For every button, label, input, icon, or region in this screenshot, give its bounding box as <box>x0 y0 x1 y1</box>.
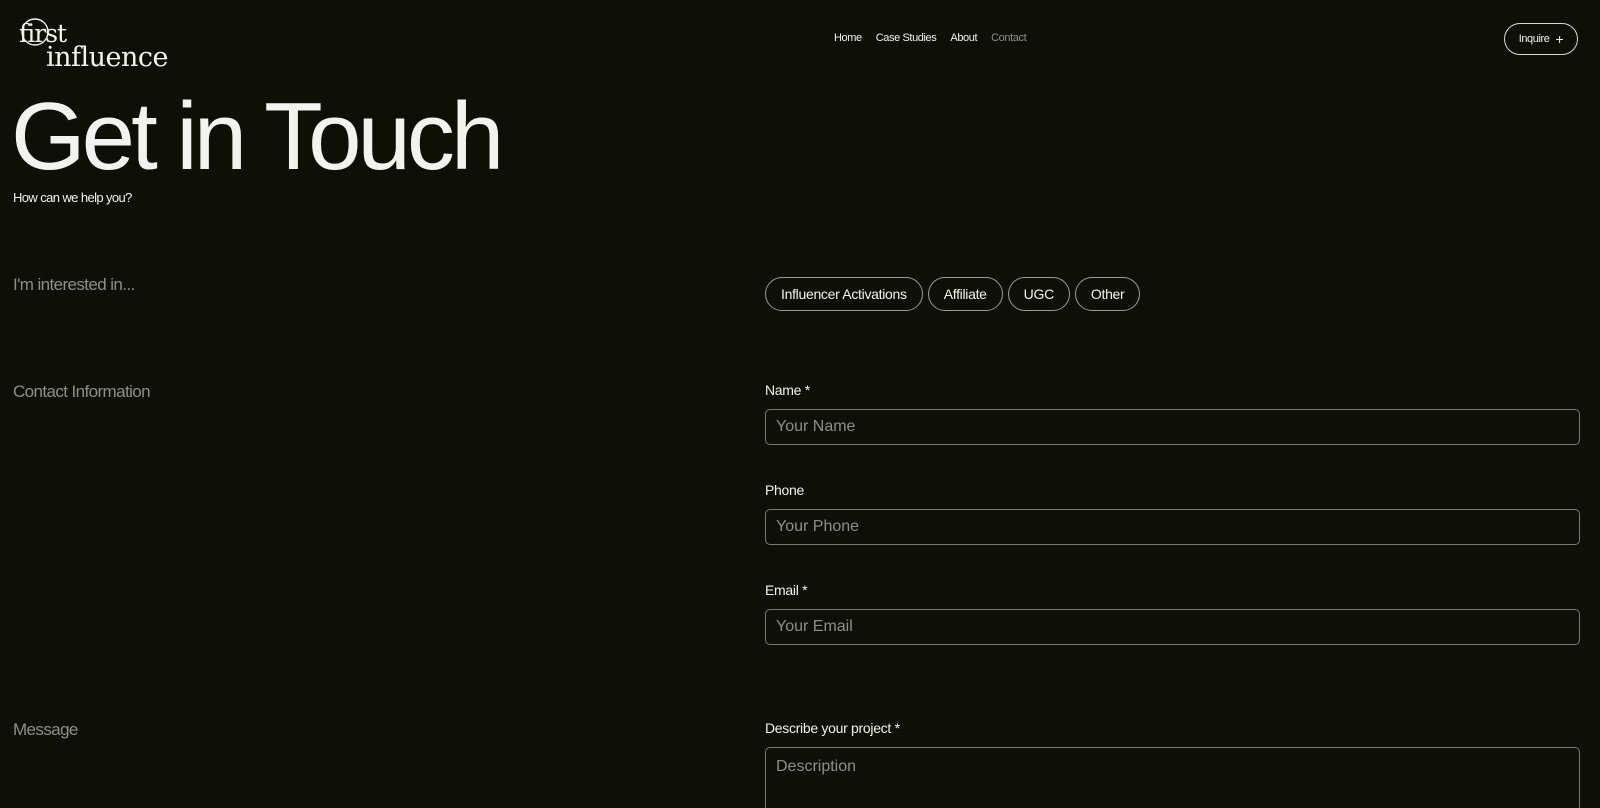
inquire-label: Inquire <box>1518 33 1550 45</box>
nav-home[interactable]: Home <box>834 32 862 44</box>
svg-text:influence: influence <box>46 42 168 72</box>
project-description-input[interactable] <box>765 747 1580 808</box>
section-label-interest: I'm interested in... <box>13 275 135 294</box>
email-label: Email * <box>765 582 808 598</box>
section-label-message: Message <box>13 720 78 739</box>
page-subtitle: How can we help you? <box>13 190 132 205</box>
project-label: Describe your project * <box>765 720 900 736</box>
site-logo[interactable]: first influence <box>16 8 180 72</box>
nav-case-studies[interactable]: Case Studies <box>876 32 937 44</box>
plus-icon: + <box>1555 31 1564 47</box>
interest-option-affiliate[interactable]: Affiliate <box>927 277 1003 311</box>
page-title: Get in Touch <box>11 83 504 190</box>
email-input[interactable] <box>765 609 1580 645</box>
interest-option-influencer-activations[interactable]: Influencer Activations <box>765 277 923 311</box>
main-nav: Home Case Studies About Contact <box>834 32 1027 44</box>
interest-option-other[interactable]: Other <box>1074 277 1141 311</box>
first-influence-logo-icon: first influence <box>19 18 169 72</box>
nav-about[interactable]: About <box>950 32 977 44</box>
phone-label: Phone <box>765 482 804 498</box>
interest-option-ugc[interactable]: UGC <box>1007 277 1070 311</box>
inquire-button[interactable]: Inquire + <box>1504 23 1578 55</box>
phone-input[interactable] <box>765 509 1580 545</box>
name-label: Name * <box>765 382 810 398</box>
nav-contact[interactable]: Contact <box>991 32 1027 44</box>
section-label-contact: Contact Information <box>13 382 151 401</box>
contact-page: first influence Home Case Studies About … <box>0 0 1600 808</box>
interest-options: Influencer Activations Affiliate UGC Oth… <box>765 277 1141 311</box>
name-input[interactable] <box>765 409 1580 445</box>
